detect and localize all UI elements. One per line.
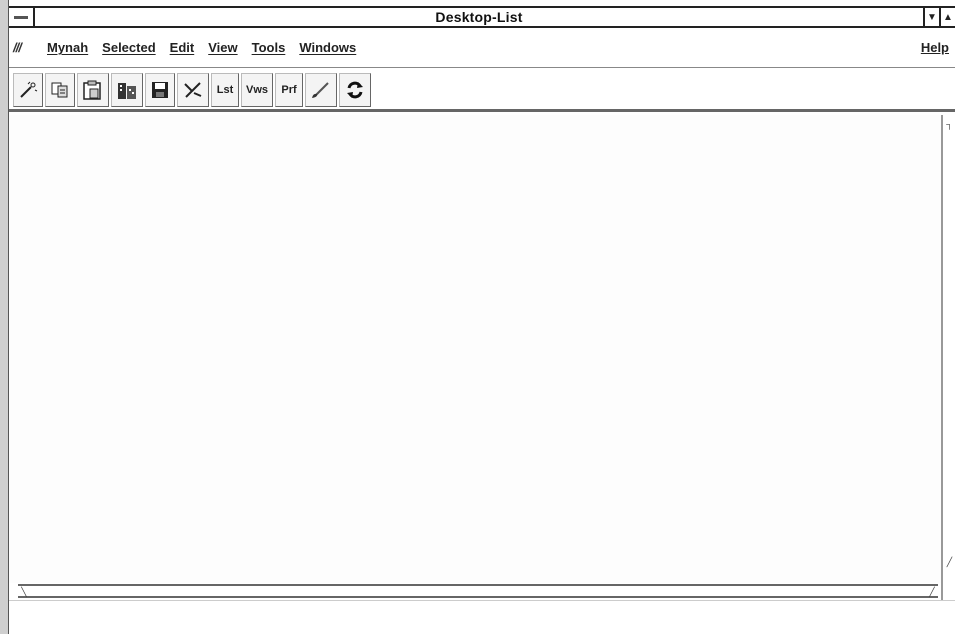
title-bar: Desktop-List ▼ ▲ [9,6,955,28]
scroll-left-icon[interactable]: ╲ [18,586,30,598]
save-icon [152,81,168,98]
vertical-scrollbar[interactable]: ┐ ╱ [941,115,955,600]
menu-windows[interactable]: Windows [299,40,356,55]
toolbar-button-paste[interactable] [77,72,109,107]
minimize-icon: ▼ [927,11,937,23]
toolbar-button-brush[interactable] [305,72,338,107]
window-left-border [0,0,9,634]
magic-wand-icon [20,81,38,98]
toolbar-button-prf[interactable]: Prf [275,72,304,107]
maximize-button[interactable]: ▲ [939,8,955,26]
menu-mynah[interactable]: Mynah [47,40,88,55]
toolbar-button-refresh[interactable] [339,72,372,107]
maximize-icon: ▲ [943,11,953,23]
app-logo[interactable]: /// [13,40,47,55]
toolbar-button-tool[interactable] [177,72,209,107]
toolbar: Lst Vws Prf [9,70,955,112]
toolbar-button-vws[interactable]: Vws [241,72,274,107]
toolbar-button-building[interactable] [111,72,143,107]
building-icon [118,82,136,99]
paste-icon [83,80,101,100]
application-window: Desktop-List ▼ ▲ /// Mynah Selected Edit… [0,0,955,634]
menu-help[interactable]: Help [921,40,949,55]
menu-bar: /// Mynah Selected Edit View Tools Windo… [9,28,955,68]
list-client-area[interactable] [9,115,941,583]
menu-selected[interactable]: Selected [102,40,155,55]
menu-view[interactable]: View [208,40,237,55]
scroll-right-icon[interactable]: ╱ [926,586,938,598]
toolbar-button-wand[interactable] [13,72,43,107]
refresh-icon [347,81,364,98]
toolbar-vws-label: Vws [246,83,269,96]
tool-icon [184,81,202,98]
menu-tools[interactable]: Tools [252,40,286,55]
scroll-down-icon[interactable]: ╱ [945,557,954,567]
toolbar-button-lst[interactable]: Lst [211,72,239,107]
copy-icon [51,82,68,97]
system-menu-button[interactable] [9,8,35,26]
minimize-button[interactable]: ▼ [923,8,939,26]
horizontal-scrollbar[interactable]: ╲ ╱ [18,584,938,598]
brush-icon [312,81,329,98]
toolbar-button-copy[interactable] [45,72,75,107]
toolbar-prf-label: Prf [281,83,297,96]
toolbar-lst-label: Lst [216,83,234,96]
status-bar [9,600,955,634]
scroll-up-icon[interactable]: ┐ [945,119,954,129]
system-menu-icon [14,15,28,19]
menu-edit[interactable]: Edit [170,40,195,55]
toolbar-button-save[interactable] [145,72,175,107]
window-title: Desktop-List [435,9,523,25]
